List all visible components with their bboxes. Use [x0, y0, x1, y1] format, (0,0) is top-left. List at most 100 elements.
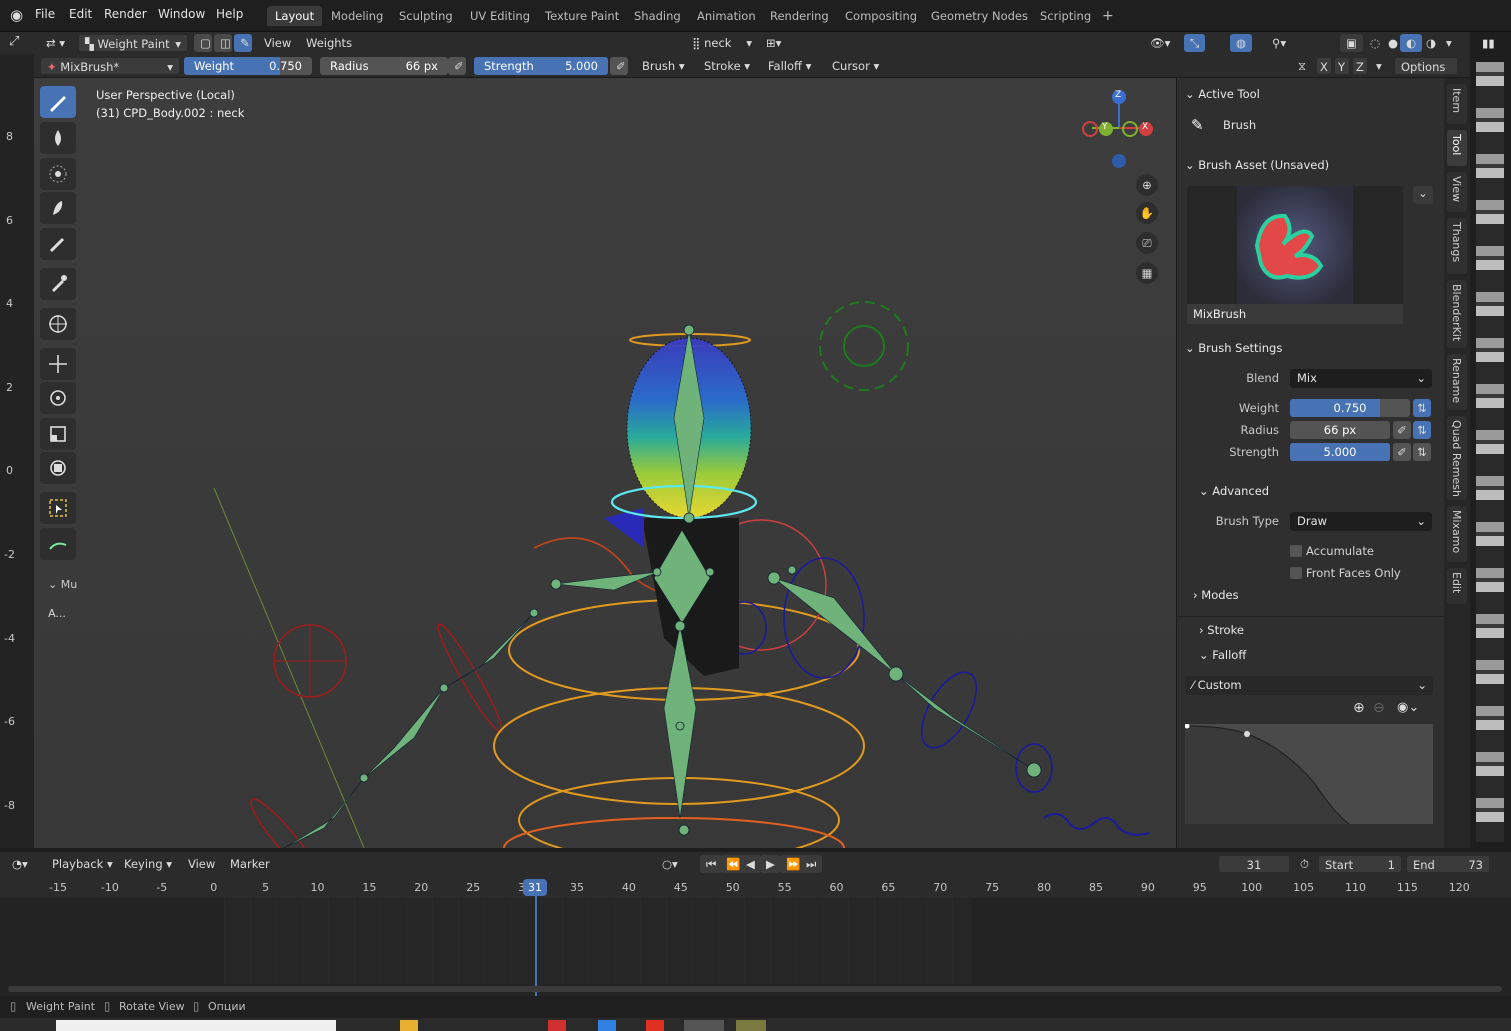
tab-modeling[interactable]: Modeling — [323, 6, 391, 26]
overlay-toggle-icon[interactable]: ◍ — [1230, 34, 1253, 52]
taskbar-app-icon[interactable] — [598, 1020, 616, 1031]
advanced-header[interactable]: ⌄ Advanced — [1199, 484, 1269, 498]
tool-annotate[interactable] — [40, 308, 76, 340]
menu-weights[interactable]: Weights — [300, 34, 358, 52]
editor-type-button[interactable]: ⤢ — [0, 32, 34, 54]
tool-gradient[interactable] — [40, 228, 76, 260]
playhead[interactable]: 31 — [523, 879, 547, 896]
playback-menu[interactable]: Playback ▾ — [46, 855, 119, 873]
blender-logo-icon[interactable]: ◉ — [10, 6, 28, 24]
taskbar-app-icon[interactable] — [736, 1020, 766, 1031]
play-reverse-button[interactable]: ◀ — [740, 855, 761, 873]
tab-blenderkit[interactable]: BlenderKit — [1447, 280, 1467, 348]
tab-thangs[interactable]: Thangs — [1447, 218, 1467, 274]
curve-add-point-icon[interactable]: ⊕ — [1353, 700, 1365, 716]
zoom-icon[interactable]: ⊕ — [1136, 174, 1158, 196]
strength-field[interactable]: Strength 5.000 — [474, 57, 608, 75]
tool-sample-weight[interactable] — [40, 268, 76, 300]
tab-edit[interactable]: Edit — [1447, 568, 1467, 604]
taskbar-search-box[interactable] — [56, 1020, 336, 1031]
brush-preview[interactable]: MixBrush — [1187, 186, 1403, 324]
tab-animation[interactable]: Animation — [689, 6, 764, 26]
xray-icon[interactable]: ▣ — [1340, 34, 1363, 52]
shading-material-icon[interactable]: ◐ — [1400, 34, 1423, 52]
end-frame-field[interactable]: End 73 — [1406, 855, 1490, 873]
cursor-menu[interactable]: Cursor ▾ — [826, 57, 885, 75]
add-workspace-button[interactable]: + — [1094, 6, 1122, 26]
brush-asset-header[interactable]: ⌄ Brush Asset (Unsaved) — [1185, 158, 1329, 172]
radius-pressure-icon[interactable]: ✐ — [1393, 421, 1411, 439]
tab-layout[interactable]: Layout — [267, 6, 323, 26]
taskbar-app-icon[interactable] — [400, 1020, 418, 1031]
taskbar-app-icon[interactable] — [684, 1020, 724, 1031]
blend-select[interactable]: Mix ⌄ — [1290, 369, 1432, 388]
taskbar-app-icon[interactable] — [646, 1020, 664, 1031]
tab-mixamo[interactable]: Mixamo — [1447, 506, 1467, 562]
stroke-menu[interactable]: Stroke ▾ — [698, 57, 756, 75]
active-tool-header[interactable]: ⌄ Active Tool — [1185, 87, 1260, 101]
toolbar-collapse-toggle[interactable]: ⌄ Mu — [48, 578, 77, 591]
timeline-view-menu[interactable]: View — [182, 855, 221, 873]
menu-help[interactable]: Help — [216, 7, 243, 21]
tab-quad-remesh[interactable]: Quad Remesh — [1447, 416, 1467, 500]
tool-average[interactable] — [40, 158, 76, 190]
shading-options-dropdown[interactable]: ▾ — [1440, 34, 1458, 52]
mask-face-button[interactable]: ▢ — [194, 34, 212, 52]
tab-shading[interactable]: Shading — [626, 6, 689, 26]
tool-transform[interactable] — [40, 452, 76, 484]
brush-type-select[interactable]: Draw ⌄ — [1290, 512, 1432, 531]
tool-rotate[interactable] — [40, 382, 76, 414]
jump-start-button[interactable]: ⏮ — [700, 855, 723, 873]
current-frame-field[interactable]: 31 — [1218, 855, 1290, 873]
tab-sculpting[interactable]: Sculpting — [391, 6, 461, 26]
accumulate-checkbox[interactable] — [1290, 545, 1302, 557]
tool-draw-line[interactable] — [40, 528, 76, 560]
curve-handle-type-icon[interactable]: ◉⌄ — [1397, 700, 1419, 715]
tab-geometry-nodes[interactable]: Geometry Nodes — [923, 6, 1036, 26]
modes-header[interactable]: › Modes — [1193, 588, 1239, 602]
radius-slider[interactable]: 66 px — [1290, 421, 1390, 439]
tab-rename[interactable]: Rename — [1447, 354, 1467, 410]
tab-compositing[interactable]: Compositing — [837, 6, 925, 26]
brush-settings-header[interactable]: ⌄ Brush Settings — [1185, 341, 1282, 355]
strength-pressure-icon[interactable]: ✐ — [1393, 443, 1411, 461]
stroke-header[interactable]: › Stroke — [1199, 623, 1244, 637]
tab-texture-paint[interactable]: Texture Paint — [537, 6, 627, 26]
menu-render[interactable]: Render — [104, 7, 147, 21]
tab-tool[interactable]: Tool — [1447, 130, 1467, 166]
stopwatch-icon[interactable]: ⏱ — [1294, 855, 1315, 873]
mirror-options-dropdown[interactable]: ▾ — [1370, 57, 1388, 75]
bone-select-button[interactable]: ✎ — [234, 34, 252, 52]
falloff-menu[interactable]: Falloff ▾ — [762, 57, 817, 75]
camera-view-icon[interactable]: ⎚ — [1136, 232, 1158, 254]
menu-window[interactable]: Window — [158, 7, 205, 21]
tool-scale[interactable] — [40, 418, 76, 450]
auto-key-button[interactable]: ○▾ — [656, 855, 684, 873]
strength-slider[interactable]: 5.000 — [1290, 443, 1390, 461]
ortho-toggle-icon[interactable]: ▦ — [1136, 262, 1158, 284]
jump-end-button[interactable]: ⏭ — [800, 855, 823, 873]
front-faces-checkbox[interactable] — [1290, 567, 1302, 579]
brush-selector[interactable]: ✦ MixBrush* ▾ — [40, 57, 180, 75]
gizmo-toggle-icon[interactable]: ⤡ — [1184, 34, 1206, 52]
timeline-scrollbar[interactable] — [8, 986, 1502, 992]
menu-file[interactable]: File — [35, 7, 55, 21]
timeline-editor-type[interactable]: ◔▾ — [6, 855, 34, 873]
brush-asset-dropdown[interactable]: ⌄ — [1413, 186, 1433, 204]
radius-lock-icon[interactable]: ⇅ — [1413, 421, 1431, 439]
pan-hand-icon[interactable]: ✋ — [1136, 202, 1158, 224]
symmetry-dropdown[interactable]: ⊞▾ — [760, 34, 792, 52]
start-frame-field[interactable]: Start 1 — [1318, 855, 1402, 873]
radius-field[interactable]: Radius 66 px — [320, 57, 448, 75]
tab-scripting[interactable]: Scripting — [1032, 6, 1099, 26]
radius-pressure-icon[interactable]: ✐ — [448, 57, 466, 75]
curve-remove-point-icon[interactable]: ⊖ — [1373, 700, 1385, 716]
marker-menu[interactable]: Marker — [224, 855, 276, 873]
weight-lock-icon[interactable]: ⇅ — [1413, 399, 1431, 417]
tool-blur[interactable] — [40, 122, 76, 154]
options-menu[interactable]: Options ▾ — [1394, 57, 1458, 92]
brush-menu[interactable]: Brush ▾ — [636, 57, 691, 75]
properties-icon[interactable]: ▮▮ — [1482, 36, 1495, 50]
mode-dropdown[interactable]: ▚ Weight Paint ▾ — [78, 34, 188, 52]
strength-pressure-icon[interactable]: ✐ — [610, 57, 628, 75]
